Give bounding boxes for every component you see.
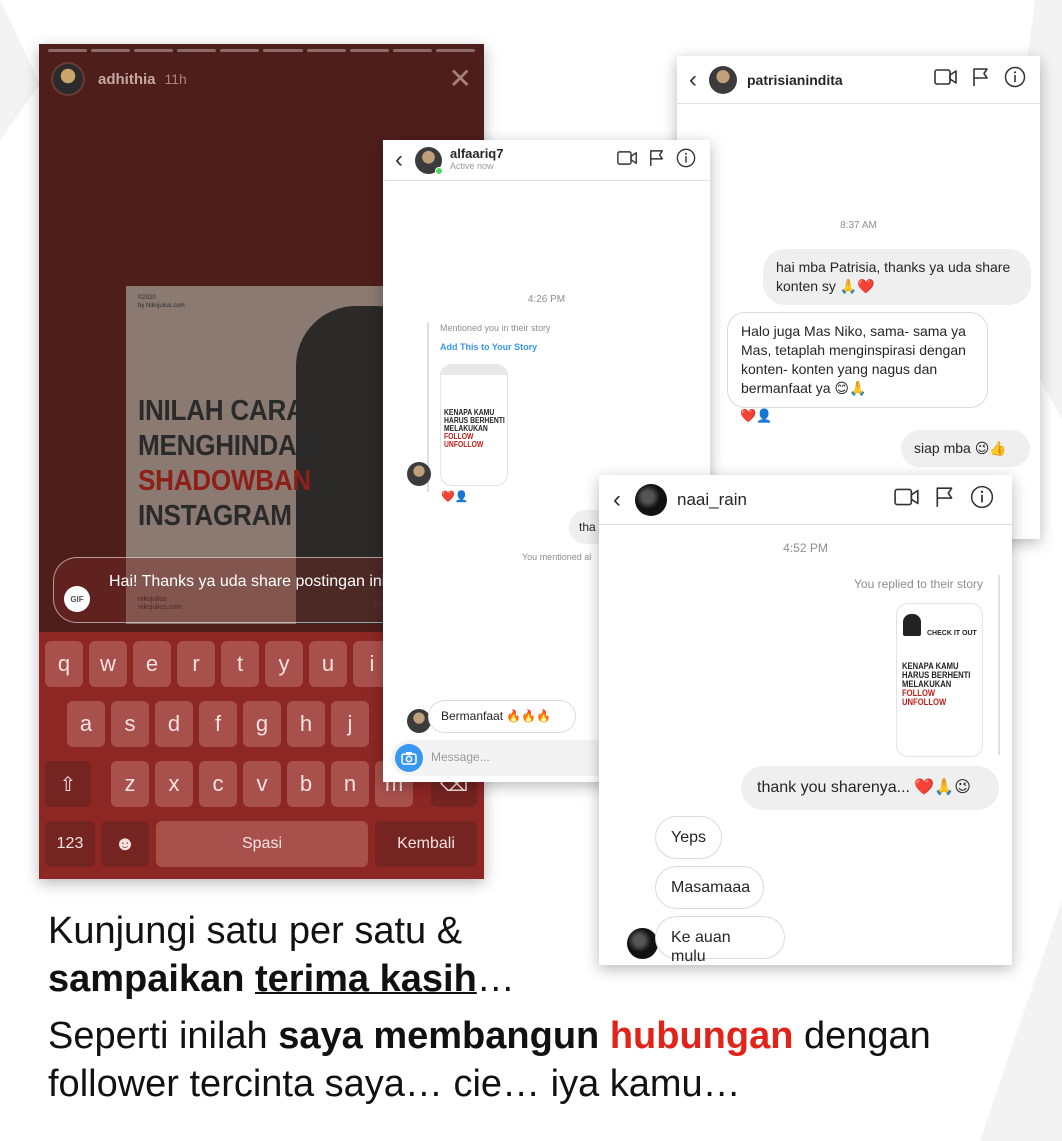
active-status-dot [435, 166, 443, 175]
key-z[interactable]: z [111, 761, 149, 807]
avatar[interactable] [627, 928, 658, 959]
chat-header: ‹ naai_rain [599, 475, 1012, 525]
avatar[interactable] [635, 483, 667, 516]
video-call-icon[interactable] [894, 487, 920, 512]
thumbnail-headline: KENAPA KAMU HARUS BERHENTI MELAKUKAN FOL… [902, 661, 971, 707]
replied-note: You replied to their story [854, 577, 983, 591]
story-progress-bar [48, 49, 475, 52]
add-to-story-link[interactable]: Add This to Your Story [440, 342, 537, 352]
header-actions [894, 485, 994, 514]
story-time: 11h [164, 71, 187, 87]
background-shape [0, 0, 40, 140]
close-icon[interactable]: ✕ [449, 65, 472, 93]
key-r[interactable]: r [177, 641, 215, 687]
key-t[interactable]: t [221, 641, 259, 687]
key-f[interactable]: f [199, 701, 237, 747]
message-reactions: ❤️👤 [740, 408, 773, 423]
flag-icon[interactable] [935, 486, 955, 513]
keyboard-row-4: 123 ☻ Spasi Kembali [39, 821, 484, 867]
key-g[interactable]: g [243, 701, 281, 747]
header-actions [934, 66, 1026, 93]
key-n[interactable]: n [331, 761, 369, 807]
story-header: adhithia 11h ✕ [51, 62, 472, 96]
chat-username[interactable]: naai_rain [677, 490, 747, 510]
key-h[interactable]: h [287, 701, 325, 747]
key-j[interactable]: j [331, 701, 369, 747]
key-d[interactable]: d [155, 701, 193, 747]
message-incoming: Yeps [655, 816, 722, 859]
thumbnail-headline: KENAPA KAMU HARUS BERHENTI MELAKUKAN FOL… [444, 408, 505, 449]
key-x[interactable]: x [155, 761, 193, 807]
chat-timestamp: 4:52 PM [783, 541, 828, 555]
message-incoming: Bermanfaat 🔥🔥🔥 [428, 700, 576, 733]
message-outgoing: hai mba Patrisia, thanks ya uda share ko… [763, 249, 1031, 305]
avatar[interactable] [709, 65, 737, 94]
key-a[interactable]: a [67, 701, 105, 747]
message-outgoing: siap mba 😉👍 [901, 430, 1030, 467]
thumbnail-badge: CHECK IT OUT [927, 630, 977, 637]
return-key[interactable]: Kembali [375, 821, 477, 867]
key-c[interactable]: c [199, 761, 237, 807]
avatar[interactable] [407, 462, 431, 486]
info-icon[interactable] [970, 485, 994, 514]
info-icon[interactable] [676, 148, 696, 173]
back-icon[interactable]: ‹ [613, 486, 621, 514]
mention-note: Mentioned you in their story [440, 323, 551, 333]
key-v[interactable]: v [243, 761, 281, 807]
key-e[interactable]: e [133, 641, 171, 687]
key-s[interactable]: s [111, 701, 149, 747]
caption-line-1: Kunjungi satu per satu & [48, 910, 463, 952]
mention-note: You mentioned al [522, 552, 592, 562]
person-figure [903, 614, 921, 636]
caption-line-4: follower tercinta saya… cie… iya kamu… [48, 1063, 741, 1105]
flag-icon[interactable] [649, 149, 665, 172]
shift-key[interactable]: ⇧ [45, 761, 91, 807]
caption-line-3: Seperti inilah saya membangun hubungan d… [48, 1015, 931, 1057]
key-y[interactable]: y [265, 641, 303, 687]
story-username[interactable]: adhithia [98, 71, 156, 88]
avatar[interactable] [51, 62, 85, 96]
video-call-icon[interactable] [934, 68, 958, 91]
info-icon[interactable] [1004, 66, 1026, 93]
chat-header: ‹ alfaariq7 Active now [383, 140, 710, 181]
story-thumbnail[interactable]: KENAPA KAMU HARUS BERHENTI MELAKUKAN FOL… [440, 364, 508, 486]
back-icon[interactable]: ‹ [689, 66, 697, 94]
chat-title: alfaariq7 Active now [450, 147, 503, 173]
chat-patrisianindita: ‹ patrisianindita 8:37 AM hai mba Patris… [677, 56, 1040, 539]
numbers-key[interactable]: 123 [45, 821, 95, 867]
caption-line-2: sampaikan terima kasih… [48, 958, 515, 1000]
key-u[interactable]: u [309, 641, 347, 687]
chat-username[interactable]: patrisianindita [747, 72, 843, 88]
post-credit: ©2020 by Nikojulius.com [138, 295, 185, 309]
message-outgoing: thank you sharenya... ❤️🙏😉 [741, 766, 999, 810]
chat-naai-rain: ‹ naai_rain 4:52 PM You replied to their… [599, 475, 1012, 965]
gif-icon[interactable]: GIF [64, 586, 90, 612]
key-b[interactable]: b [287, 761, 325, 807]
emoji-key[interactable]: ☻ [101, 821, 149, 867]
header-actions [617, 148, 696, 173]
chat-header: ‹ patrisianindita [677, 56, 1040, 104]
chat-timestamp: 4:26 PM [527, 294, 566, 305]
story-reply-line [998, 575, 1000, 755]
key-w[interactable]: w [89, 641, 127, 687]
video-call-icon[interactable] [617, 150, 638, 171]
avatar[interactable] [415, 146, 443, 175]
back-icon[interactable]: ‹ [395, 146, 403, 174]
chat-username[interactable]: alfaariq7 [450, 147, 503, 160]
post-headline: INILAH CARA MENGHINDARI SHADOWBAN INSTAG… [138, 395, 323, 532]
story-thumbnail[interactable]: CHECK IT OUT KENAPA KAMU HARUS BERHENTI … [896, 603, 983, 757]
message-input[interactable]: Message... [431, 750, 490, 764]
message-incoming: Halo juga Mas Niko, sama- sama ya Mas, t… [727, 312, 988, 408]
message-reactions: ❤️👤 [441, 491, 469, 503]
message-incoming: Masamaaa [655, 866, 764, 909]
camera-icon[interactable] [395, 744, 423, 772]
key-q[interactable]: q [45, 641, 83, 687]
flag-icon[interactable] [972, 67, 990, 92]
space-key[interactable]: Spasi [156, 821, 368, 867]
active-status: Active now [450, 161, 494, 171]
chat-timestamp: 8:37 AM [840, 220, 877, 231]
message-incoming: Ke auan mulu [655, 916, 785, 965]
